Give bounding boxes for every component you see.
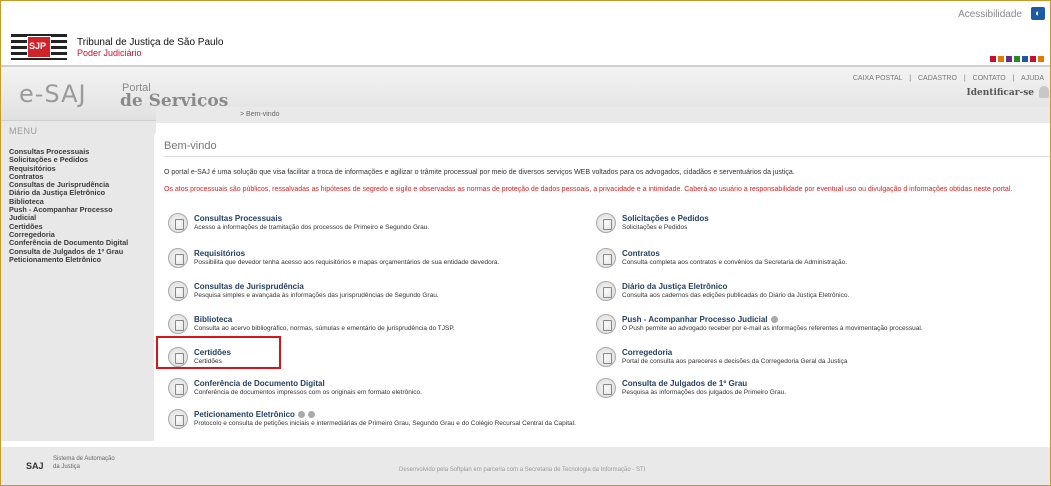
top-menu: CAIXA POSTAL | CADASTRO | CONTATO | AJUD… [852, 75, 1044, 82]
developer-credit: Desenvolvido pela Softplan em parceria c… [399, 467, 646, 473]
breadcrumb-bar: > Bem-vindo [156, 107, 1050, 123]
tjsp-logo[interactable]: SJP [11, 34, 67, 60]
browser-page: Acessibilidade ◐ SJP Tribunal de Justiça… [0, 0, 1051, 486]
cadastro-link[interactable]: CADASTRO [918, 75, 957, 82]
intro-text: O portal e-SAJ é uma solução que visa fa… [164, 169, 795, 176]
saj-logo: SAJ [26, 461, 44, 471]
tjsp-subtitle: Poder Judiciário [77, 48, 142, 58]
certidoes-highlight-box [156, 336, 281, 369]
digital-document-icon [168, 378, 188, 398]
petition-icon [168, 409, 188, 429]
color-squares [988, 55, 1044, 64]
accessibility-icon[interactable]: ◐ [1031, 7, 1045, 20]
newspaper-icon [596, 281, 616, 301]
breadcrumb: > Bem-vindo [240, 111, 280, 118]
title-divider [164, 156, 1050, 157]
scales-icon [596, 347, 616, 367]
caixa-postal-link[interactable]: CAIXA POSTAL [853, 75, 902, 82]
accessibility-link[interactable]: Acessibilidade [958, 9, 1022, 20]
search-icon [168, 213, 188, 233]
sidebar: MENU Consultas Processuais Solicitações … [1, 121, 156, 441]
user-badge-icon [307, 411, 315, 419]
main-panel: Bem-vindo O portal e-SAJ é uma solução q… [154, 131, 1050, 447]
user-badge-icon [770, 316, 778, 324]
esaj-logo[interactable]: e-SAJ [19, 80, 87, 108]
identificar-se-link[interactable]: Identificar-se [967, 88, 1034, 98]
page-title: Bem-vindo [164, 140, 217, 152]
document-icon [168, 248, 188, 268]
magnifier-document-icon [168, 281, 188, 301]
info-badge-icon [297, 411, 305, 419]
menu-list: Consultas Processuais Solicitações e Ped… [9, 147, 128, 264]
privacy-warning: Os atos processuais são públicos, ressal… [164, 186, 1013, 193]
book-icon [168, 314, 188, 334]
menu-title: MENU [9, 126, 38, 136]
menu-item-peticionamento[interactable]: Peticionamento Eletrônico [9, 255, 128, 264]
handshake-icon [596, 213, 616, 233]
search-icon [596, 378, 616, 398]
tjsp-header: SJP Tribunal de Justiça de São Paulo Pod… [1, 27, 1050, 67]
user-icon[interactable] [1039, 86, 1049, 98]
email-icon [596, 314, 616, 334]
tjsp-name: Tribunal de Justiça de São Paulo [77, 37, 224, 48]
contract-icon [596, 248, 616, 268]
accessibility-bar: Acessibilidade ◐ [1, 1, 1050, 27]
ajuda-link[interactable]: AJUDA [1021, 75, 1044, 82]
footer: SAJ Sistema de Automação da Justiça Dese… [1, 447, 1050, 485]
contato-link[interactable]: CONTATO [973, 75, 1006, 82]
saj-text: Sistema de Automação da Justiça [53, 456, 115, 470]
